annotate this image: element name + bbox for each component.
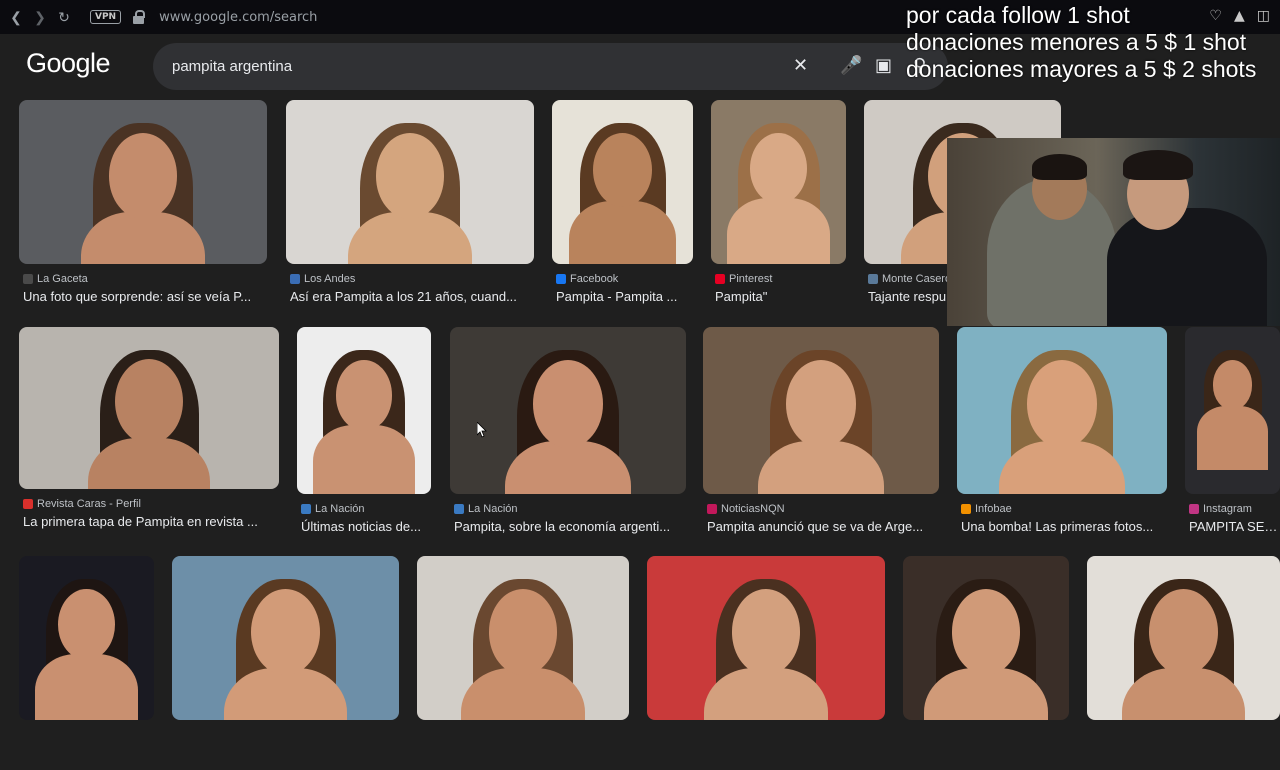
result-thumbnail[interactable] [19,100,267,264]
lens-icon[interactable]: ▣ [875,55,892,76]
result-thumbnail[interactable] [1087,556,1280,720]
result-title[interactable]: Pampita anunció que se va de Arge... [707,519,939,534]
result-title[interactable]: PAMPITA SERA [1189,519,1280,534]
image-result-card[interactable]: NoticiasNQN Pampita anunció que se va de … [703,327,939,544]
overlay-line: donaciones menores a 5 $ 1 shot [906,29,1247,55]
result-source-name: Monte Casero [882,273,952,285]
result-thumbnail[interactable] [172,556,399,720]
webcam-overlay [947,138,1280,326]
image-result-card[interactable]: Pinterest Pampita" [711,100,846,314]
result-source[interactable]: Infobae [961,503,1012,515]
result-source-name: Revista Caras - Perfil [37,498,141,510]
result-source[interactable]: Instagram [1189,503,1252,515]
result-source[interactable]: NoticiasNQN [707,503,785,515]
favicon-icon [23,499,33,509]
result-title[interactable]: Pampita - Pampita ... [556,289,693,304]
favicon-icon [715,274,725,284]
favicon-icon [707,504,717,514]
stream-overlay-text: por cada follow 1 shot donaciones menore… [906,2,1278,83]
image-result-card[interactable]: La Gaceta Una foto que sorprende: así se … [19,100,267,314]
microphone-icon[interactable]: 🎤 [840,55,862,76]
result-source[interactable]: Pinterest [715,273,772,285]
result-source[interactable]: La Gaceta [23,273,88,285]
result-source-name: La Nación [468,503,518,515]
result-title[interactable]: Pampita, sobre la economía argenti... [454,519,686,534]
result-source[interactable]: Revista Caras - Perfil [23,498,141,510]
result-source-name: NoticiasNQN [721,503,785,515]
favicon-icon [301,504,311,514]
result-source-name: Pinterest [729,273,773,285]
result-source[interactable]: Los Andes [290,273,355,285]
image-result-card[interactable] [903,556,1069,770]
address-bar[interactable]: www.google.com/search [159,10,317,25]
result-thumbnail[interactable] [703,327,939,494]
result-title[interactable]: Pampita" [715,289,846,304]
result-title[interactable]: La primera tapa de Pampita en revista ..… [23,514,279,529]
favicon-icon [1189,504,1199,514]
result-source-name: La Gaceta [37,273,88,285]
result-thumbnail[interactable] [903,556,1069,720]
image-result-card[interactable] [417,556,629,770]
result-thumbnail[interactable] [1185,327,1280,494]
result-thumbnail[interactable] [711,100,846,264]
result-thumbnail[interactable] [957,327,1167,494]
forward-icon[interactable]: ❯ [28,9,52,26]
reload-icon[interactable]: ↻ [52,9,76,26]
result-source[interactable]: Facebook [556,273,618,285]
favicon-icon [454,504,464,514]
result-thumbnail[interactable] [552,100,693,264]
vpn-badge[interactable]: VPN [90,10,122,24]
clear-icon[interactable]: ✕ [793,55,808,76]
image-result-card[interactable]: Instagram PAMPITA SERA [1185,327,1280,544]
result-source[interactable]: Monte Casero [868,273,951,285]
image-result-card[interactable]: Revista Caras - Perfil La primera tapa de… [19,327,279,539]
result-title[interactable]: Últimas noticias de... [301,519,431,534]
mouse-cursor-icon [477,422,487,438]
result-thumbnail[interactable] [286,100,534,264]
result-title[interactable]: Una foto que sorprende: así se veía P... [23,289,267,304]
image-result-card[interactable]: Infobae Una bomba! Las primeras fotos... [957,327,1167,544]
result-source-name: Instagram [1203,503,1252,515]
search-input[interactable] [172,58,772,75]
back-icon[interactable]: ❮ [4,9,28,26]
result-thumbnail[interactable] [297,327,431,494]
result-thumbnail[interactable] [417,556,629,720]
result-source-name: Facebook [570,273,619,285]
search-box[interactable]: ✕ 🎤 ▣ ⚲ [153,43,948,90]
overlay-line: por cada follow 1 shot [906,2,1130,28]
image-result-card[interactable]: Los Andes Así era Pampita a los 21 años, … [286,100,534,314]
google-logo[interactable]: Google [26,48,111,79]
overlay-line: donaciones mayores a 5 $ 2 shots [906,56,1257,82]
result-thumbnail[interactable] [19,327,279,489]
image-result-card[interactable] [647,556,885,770]
result-source-name: Los Andes [304,273,356,285]
favicon-icon [868,274,878,284]
result-source[interactable]: La Nación [454,503,518,515]
image-result-card[interactable] [172,556,399,770]
result-thumbnail[interactable] [450,327,686,494]
result-source-name: La Nación [315,503,365,515]
image-result-card[interactable] [1087,556,1280,770]
result-title[interactable]: Así era Pampita a los 21 años, cuand... [290,289,534,304]
favicon-icon [23,274,33,284]
image-result-card[interactable]: La Nación Últimas noticias de... [297,327,431,544]
result-source[interactable]: La Nación [301,503,365,515]
favicon-icon [556,274,566,284]
result-title[interactable]: Una bomba! Las primeras fotos... [961,519,1167,534]
streamer-figure [1107,208,1267,326]
favicon-icon [290,274,300,284]
lock-icon[interactable] [133,10,146,24]
favicon-icon [961,504,971,514]
result-thumbnail[interactable] [19,556,154,720]
result-thumbnail[interactable] [647,556,885,720]
result-source-name: Infobae [975,503,1012,515]
image-result-card[interactable] [19,556,154,770]
image-result-card[interactable]: Facebook Pampita - Pampita ... [552,100,693,314]
